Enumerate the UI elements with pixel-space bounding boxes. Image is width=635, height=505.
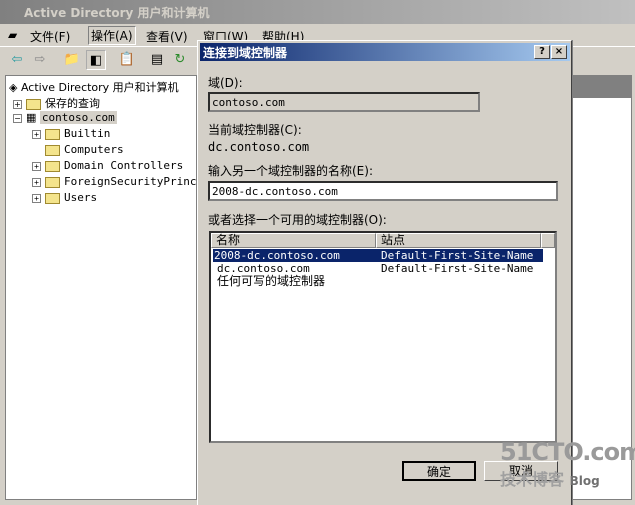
tree-domain[interactable]: − ▦ contoso.com [13, 111, 117, 124]
menu-view[interactable]: 查看(V) [146, 28, 188, 45]
current-dc-value: dc.contoso.com [208, 140, 310, 154]
paste-icon[interactable]: 📋 [117, 50, 137, 70]
folder-icon [26, 98, 41, 110]
folder-icon [45, 144, 60, 156]
folder-icon [45, 192, 60, 204]
folder-icon [45, 176, 60, 188]
tree-computers[interactable]: Computers [45, 143, 124, 156]
tree-root[interactable]: ◈ Active Directory 用户和计算机 [9, 79, 179, 95]
dialog-title: 连接到域控制器 [203, 46, 288, 60]
help-button[interactable]: ? [534, 45, 550, 59]
up-folder-icon[interactable]: 📁 [62, 50, 82, 70]
back-icon[interactable]: ⇦ [7, 50, 27, 70]
current-dc-label: 当前域控制器(C): [208, 123, 302, 137]
details-pane [572, 75, 632, 500]
refresh-icon[interactable]: ↻ [170, 50, 190, 70]
show-hide-tree-icon[interactable]: ◧ [86, 50, 106, 70]
window-title: Active Directory 用户和计算机 [24, 6, 210, 20]
tree-saved-queries[interactable]: + 保存的查询 [13, 95, 100, 111]
tree-users[interactable]: + Users [32, 191, 97, 204]
ad-icon: ◈ [9, 81, 21, 94]
expand-icon[interactable]: + [32, 193, 41, 203]
menu-file[interactable]: 文件(F) [30, 28, 70, 45]
list-item[interactable]: 2008-dc.contoso.com Default-First-Site-Na… [213, 249, 543, 262]
domain-icon: ▦ [26, 111, 40, 124]
collapse-icon[interactable]: − [13, 113, 22, 123]
column-header-name[interactable]: 名称 [211, 233, 376, 248]
ou-folder-icon [45, 160, 60, 172]
column-header-site[interactable]: 站点 [376, 233, 541, 248]
properties-icon[interactable]: ▤ [147, 50, 167, 70]
tree-domain-controllers[interactable]: + Domain Controllers [32, 159, 183, 172]
dc-list[interactable]: 名称 站点 2008-dc.contoso.com Default-First-S… [209, 231, 557, 443]
expand-icon[interactable]: + [13, 99, 22, 109]
expand-icon[interactable]: + [32, 177, 41, 187]
choose-dc-label: 或者选择一个可用的域控制器(O): [208, 213, 387, 227]
close-button[interactable]: × [551, 45, 567, 59]
app-icon: ▰ [8, 28, 18, 42]
domain-field: contoso.com [208, 92, 480, 112]
list-item[interactable]: 任何可写的域控制器 [213, 275, 543, 288]
dialog-title-bar: 连接到域控制器 ? × [200, 43, 570, 61]
tree-builtin[interactable]: + Builtin [32, 127, 110, 140]
ok-button[interactable]: 确定 [402, 461, 476, 481]
menu-action[interactable]: 操作(A) [88, 26, 136, 45]
domain-label: 域(D): [208, 76, 243, 90]
folder-icon [45, 128, 60, 140]
column-header-filler [541, 233, 555, 248]
expand-icon[interactable]: + [32, 161, 41, 171]
connect-dc-dialog: 连接到域控制器 ? × 域(D): contoso.com 当前域控制器(C):… [197, 40, 572, 505]
console-tree[interactable]: ◈ Active Directory 用户和计算机 + 保存的查询 − ▦ cont… [5, 75, 230, 500]
enter-dc-label: 输入另一个域控制器的名称(E): [208, 164, 373, 178]
watermark-logo: 51CTO.com 技术博客 Blog [500, 438, 635, 489]
window-title-bar: Active Directory 用户和计算机 [0, 0, 635, 24]
forward-icon[interactable]: ⇨ [30, 50, 50, 70]
details-header [573, 76, 631, 98]
dc-name-input[interactable]: 2008-dc.contoso.com [208, 181, 558, 201]
expand-icon[interactable]: + [32, 129, 41, 139]
